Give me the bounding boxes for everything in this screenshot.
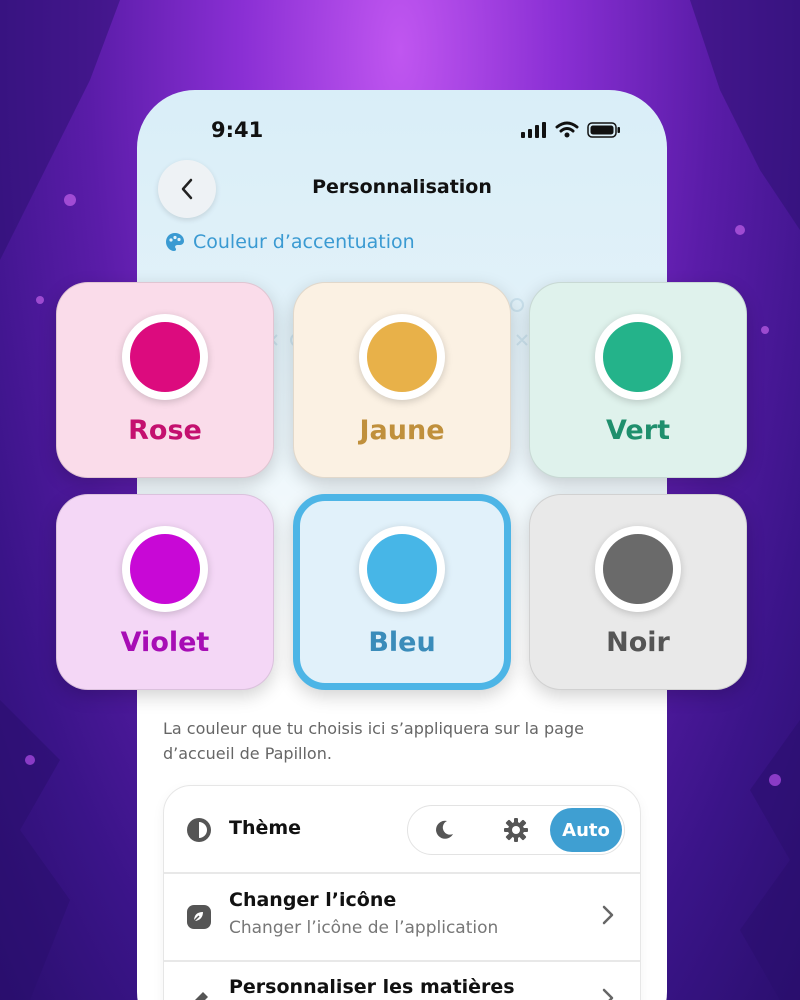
color-tile-violet[interactable]: Violet [56,494,274,690]
theme-auto-option[interactable]: Auto [550,808,622,852]
app-icon [187,905,211,929]
theme-label: Thème [229,817,302,839]
battery-icon [587,121,620,138]
color-swatch [367,534,437,604]
accent-section-header: Couleur d’accentuation [165,231,415,253]
theme-segmented-control: Auto [407,805,625,855]
color-tile-vert[interactable]: Vert [529,282,747,478]
color-label: Jaune [359,415,445,446]
color-label: Violet [120,627,210,658]
color-tile-rose[interactable]: Rose [56,282,274,478]
accent-section-label: Couleur d’accentuation [193,231,415,253]
chevron-right-icon [602,988,614,1000]
customize-subjects-title: Personnaliser les matières [229,976,515,998]
color-tile-noir[interactable]: Noir [529,494,747,690]
swatch-ring [122,314,208,400]
color-label: Bleu [368,627,436,658]
swatch-ring [359,314,445,400]
moon-icon [436,820,453,839]
change-icon-subtitle: Changer l’icône de l’application [229,918,499,938]
theme-light-option[interactable] [480,808,552,852]
wifi-icon [555,121,579,138]
color-tile-bleu[interactable]: Bleu [293,494,511,690]
color-tile-jaune[interactable]: Jaune [293,282,511,478]
swatch-ring [122,526,208,612]
color-swatch [603,534,673,604]
color-swatch [130,534,200,604]
color-swatch [130,322,200,392]
swatch-ring [359,526,445,612]
settings-card: Thème Auto Changer l’icône Changer l’icô… [163,785,641,1000]
color-label: Rose [128,415,202,446]
theme-row: Thème Auto [164,786,640,872]
status-icons [521,121,621,138]
sun-gear-icon [504,818,528,842]
color-label: Vert [606,415,670,446]
swatch-ring [595,314,681,400]
contrast-icon [187,818,211,842]
page-title: Personnalisation [312,176,492,198]
signal-icon [521,121,546,138]
change-icon-title: Changer l’icône [229,889,397,911]
color-swatch [603,322,673,392]
accent-description: La couleur que tu choisis ici s’applique… [163,719,584,763]
swatch-ring [595,526,681,612]
color-label: Noir [606,627,670,658]
color-swatch [367,322,437,392]
change-icon-row[interactable]: Changer l’icône Changer l’icône de l’app… [164,874,640,960]
status-time: 9:41 [211,118,264,142]
palette-icon [166,233,184,251]
pencil-icon [195,992,208,1000]
customize-subjects-row[interactable]: Personnaliser les matières [164,962,640,1000]
chevron-right-icon [602,905,614,925]
theme-dark-option[interactable] [408,808,480,852]
